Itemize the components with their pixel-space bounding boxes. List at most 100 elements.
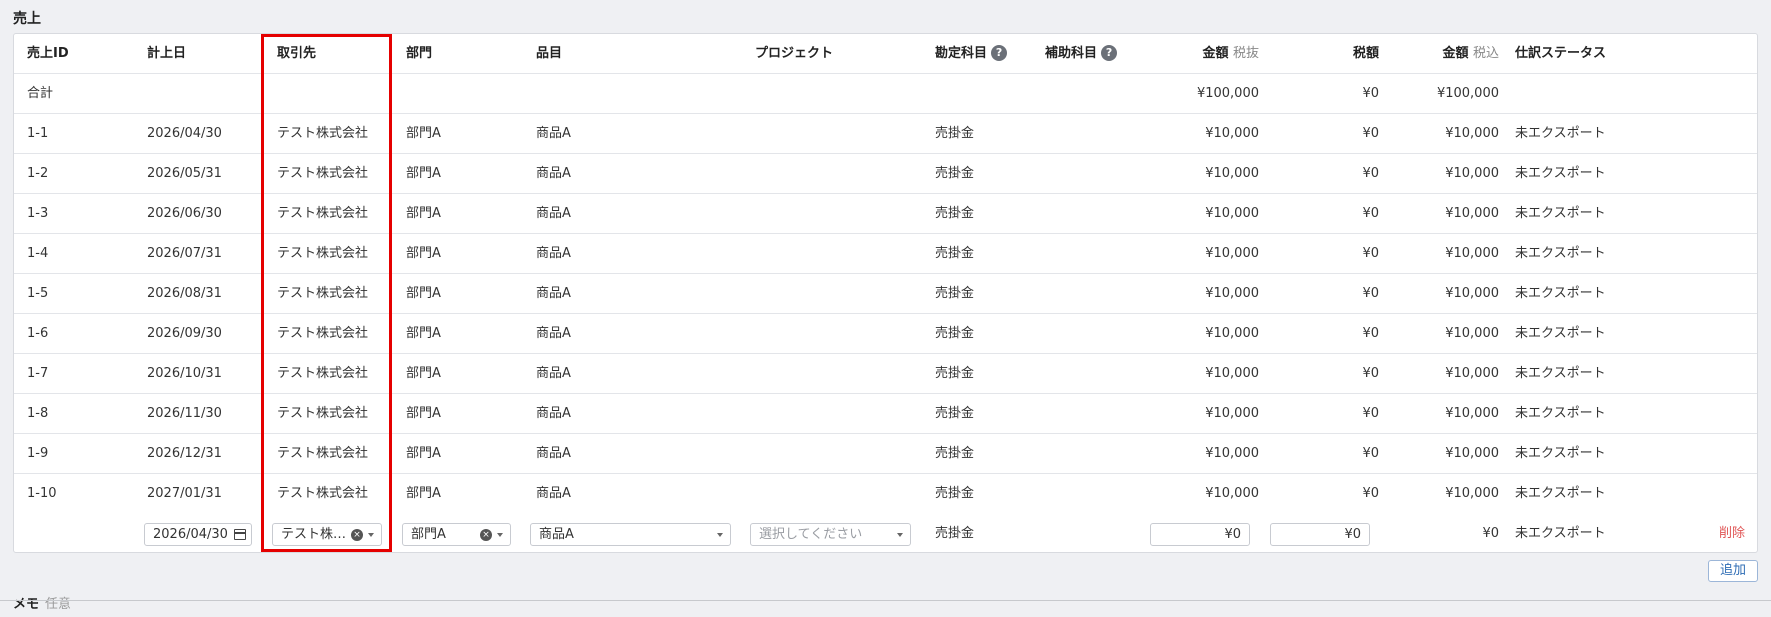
cell-amount-excl: ¥10,000 [1205,126,1259,141]
cell-id: 1-10 [27,486,57,501]
cell-date: 2026/05/31 [147,166,222,181]
col-header-amount-excl: 金額 税抜 [1144,34,1259,74]
col-header-id: 売上ID [27,46,69,61]
cell-department: 部門A [406,446,441,461]
cell-account: 売掛金 [935,446,975,461]
cell-date: 2026/07/31 [147,246,222,261]
cell-tax: ¥0 [1362,126,1379,141]
cell-amount-excl: ¥10,000 [1205,286,1259,301]
table-row[interactable]: 1-5 2026/08/31 テスト株式会社 部門A 商品A 売掛金 ¥10,000 ¥0 ¥1… [14,274,1757,314]
cell-id: 1-2 [27,166,49,181]
cell-amount-excl: ¥10,000 [1205,206,1259,221]
cell-tax: ¥0 [1362,486,1379,501]
calendar-icon[interactable] [234,529,246,540]
total-tax: ¥0 [1362,86,1379,101]
section-title: 売上 [13,11,41,27]
cell-item: 商品A [536,246,571,261]
add-button[interactable]: 追加 [1708,560,1758,582]
table-row[interactable]: 1-8 2026/11/30 テスト株式会社 部門A 商品A 売掛金 ¥10,000 ¥0 ¥1… [14,394,1757,434]
cell-partner: テスト株式会社 [277,206,369,221]
cell-account: 売掛金 [935,246,975,261]
cell-account: 売掛金 [935,286,975,301]
cell-status: 未エクスポート [1515,286,1606,301]
cell-department: 部門A [406,206,441,221]
cell-account: 売掛金 [935,166,975,181]
col-header-amount-incl-label: 金額 [1442,46,1469,61]
cell-tax: ¥0 [1362,206,1379,221]
chevron-down-icon [368,533,374,537]
chevron-down-icon [717,533,723,537]
cell-date: 2026/06/30 [147,206,222,221]
project-select[interactable]: 選択してください [750,523,911,546]
total-row: 合計 ¥100,000 ¥0 ¥100,000 [14,74,1757,114]
total-amount-incl: ¥100,000 [1436,86,1499,101]
cell-amount-incl: ¥10,000 [1445,326,1499,341]
table-row[interactable]: 1-4 2026/07/31 テスト株式会社 部門A 商品A 売掛金 ¥10,000 ¥0 ¥1… [14,234,1757,274]
cell-account: 売掛金 [935,206,975,221]
partner-select[interactable]: テスト株… × [272,523,382,546]
cell-date: 2026/09/30 [147,326,222,341]
cell-tax: ¥0 [1362,166,1379,181]
tax-input[interactable]: ¥0 [1270,523,1370,546]
cell-amount-incl: ¥10,000 [1445,446,1499,461]
cell-item: 商品A [536,366,571,381]
amount-excl-input[interactable]: ¥0 [1150,523,1250,546]
date-input[interactable]: 2026/04/30 [144,523,252,546]
cell-amount-incl: ¥10,000 [1445,126,1499,141]
cell-id: 1-5 [27,286,49,301]
cell-id: 1-4 [27,246,49,261]
table-row[interactable]: 1-10 2027/01/31 テスト株式会社 部門A 商品A 売掛金 ¥10,000 ¥0 ¥… [14,474,1757,514]
chevron-down-icon [897,533,903,537]
cell-tax: ¥0 [1362,406,1379,421]
col-header-amount-incl-note: 税込 [1472,46,1499,61]
edit-status: 未エクスポート [1515,526,1606,541]
cell-department: 部門A [406,406,441,421]
cell-department: 部門A [406,286,441,301]
department-select[interactable]: 部門A × [402,523,511,546]
cell-id: 1-1 [27,126,49,141]
col-header-sub-account: 補助科目? [1045,34,1145,74]
item-select[interactable]: 商品A [530,523,731,546]
col-header-amount-excl-label: 金額 [1202,46,1229,61]
date-input-value: 2026/04/30 [153,527,228,542]
col-header-tax: 税額 [1352,46,1379,61]
cell-tax: ¥0 [1362,286,1379,301]
cell-partner: テスト株式会社 [277,246,369,261]
edit-account: 売掛金 [935,526,975,541]
cell-department: 部門A [406,366,441,381]
table-row[interactable]: 1-9 2026/12/31 テスト株式会社 部門A 商品A 売掛金 ¥10,000 ¥0 ¥1… [14,434,1757,474]
cell-status: 未エクスポート [1515,246,1606,261]
delete-button[interactable]: 削除 [1664,514,1745,554]
edit-amount-incl: ¥0 [1482,526,1499,541]
table-row[interactable]: 1-3 2026/06/30 テスト株式会社 部門A 商品A 売掛金 ¥10,000 ¥0 ¥1… [14,194,1757,234]
clear-icon[interactable]: × [480,529,492,541]
col-header-partner: 取引先 [277,46,317,61]
cell-department: 部門A [406,166,441,181]
cell-account: 売掛金 [935,326,975,341]
cell-item: 商品A [536,486,571,501]
col-header-account-label: 勘定科目 [935,46,988,61]
cell-amount-incl: ¥10,000 [1445,286,1499,301]
cell-date: 2026/11/30 [147,406,222,421]
table-row[interactable]: 1-1 2026/04/30 テスト株式会社 部門A 商品A 売掛金 ¥10,000 ¥0 ¥1… [14,114,1757,154]
cell-department: 部門A [406,326,441,341]
cell-amount-incl: ¥10,000 [1445,486,1499,501]
help-icon[interactable]: ? [1101,44,1118,61]
col-header-amount-excl-note: 税抜 [1232,46,1259,61]
table-row[interactable]: 1-6 2026/09/30 テスト株式会社 部門A 商品A 売掛金 ¥10,000 ¥0 ¥1… [14,314,1757,354]
col-header-account: 勘定科目? [935,34,1035,74]
cell-amount-incl: ¥10,000 [1445,166,1499,181]
cell-item: 商品A [536,286,571,301]
cell-account: 売掛金 [935,406,975,421]
cell-status: 未エクスポート [1515,326,1606,341]
cell-amount-incl: ¥10,000 [1445,206,1499,221]
total-label: 合計 [27,86,54,101]
clear-icon[interactable]: × [351,529,363,541]
item-select-value: 商品A [539,527,574,542]
cell-id: 1-7 [27,366,49,381]
edit-row: 2026/04/30 テスト株… × 部門A × 商品A 選択してください 売掛… [14,514,1757,554]
table-row[interactable]: 1-7 2026/10/31 テスト株式会社 部門A 商品A 売掛金 ¥10,000 ¥0 ¥1… [14,354,1757,394]
table-row[interactable]: 1-2 2026/05/31 テスト株式会社 部門A 商品A 売掛金 ¥10,000 ¥0 ¥1… [14,154,1757,194]
help-icon[interactable]: ? [991,44,1008,61]
cell-status: 未エクスポート [1515,206,1606,221]
